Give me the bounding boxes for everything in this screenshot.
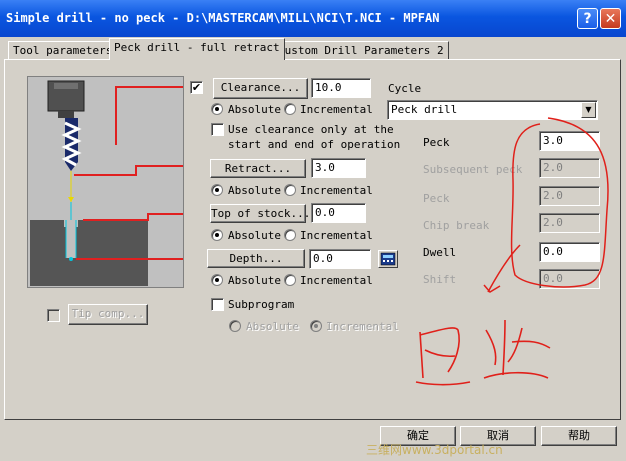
help-button[interactable]: 帮助 bbox=[541, 426, 617, 446]
red-annotation-overlay bbox=[415, 117, 609, 386]
watermark-text: 三维网www.3dportal.cn bbox=[366, 443, 503, 457]
tab-peck-drill[interactable]: Peck drill - full retract bbox=[109, 38, 285, 60]
annotation-arrow bbox=[487, 244, 521, 293]
annotation-circle bbox=[510, 117, 609, 288]
annotation-handwriting bbox=[415, 319, 551, 386]
